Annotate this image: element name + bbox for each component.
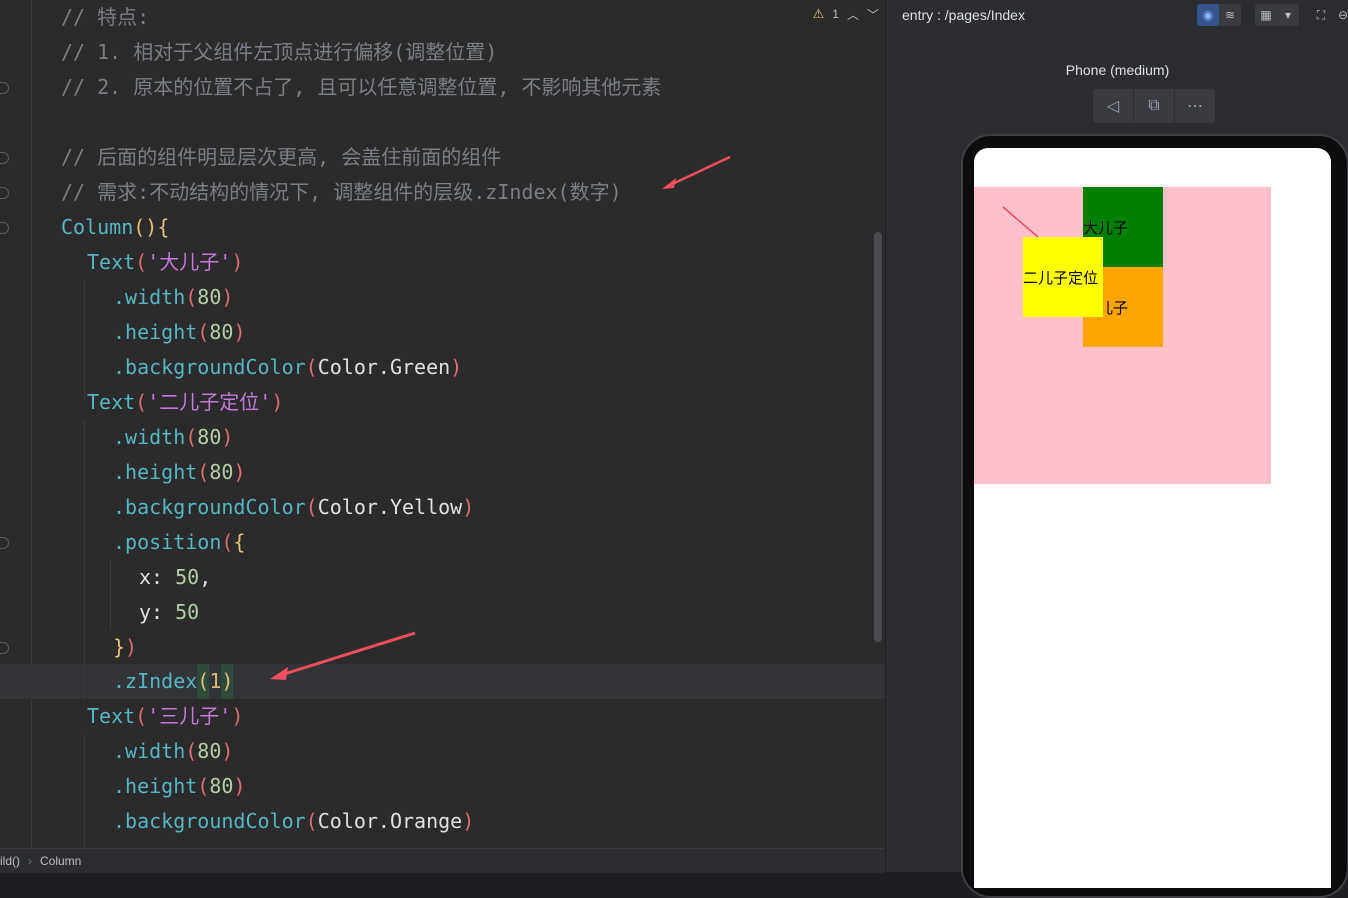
fold-marker[interactable] [0, 152, 9, 164]
indent-guide [84, 280, 85, 400]
code-line-width: .width(80) [113, 425, 234, 449]
code-line-width: .width(80) [113, 739, 234, 763]
warning-icon[interactable]: ⚠ [813, 6, 825, 22]
layers-icon[interactable]: ≋ [1219, 4, 1241, 26]
annotation-arrows [1002, 206, 1039, 238]
fold-marker[interactable] [0, 187, 9, 199]
entry-path: entry : /pages/Index [902, 7, 1025, 23]
indent-guide [84, 420, 85, 700]
rotate-icon[interactable]: ⧉ [1134, 89, 1175, 123]
code-line-bgcolor: .backgroundColor(Color.Yellow) [113, 495, 475, 519]
annotation-arrow [1002, 206, 1039, 238]
grid-icon[interactable]: ▦ [1255, 4, 1277, 26]
code-line-zindex: .zIndex(1) [113, 664, 234, 699]
code-comment: // 1. 相对于父组件左顶点进行偏移(调整位置) [61, 40, 498, 64]
code-comment: // 2. 原本的位置不占了, 且可以任意调整位置, 不影响其他元素 [61, 75, 662, 99]
fold-marker[interactable] [0, 537, 9, 549]
warning-count[interactable]: 1 [832, 7, 839, 21]
back-icon[interactable]: ◁ [1093, 89, 1134, 123]
code-line-bgcolor: .backgroundColor(Color.Green) [113, 355, 463, 379]
code-comment: // 特点: [61, 5, 150, 29]
inspect-toggle-group: ◉ ≋ [1197, 4, 1241, 26]
previewer-toolbar: entry : /pages/Index ◉ ≋ ▦ ▾ ⛶ ⊖ [886, 0, 1348, 30]
code-comment: // 后面的组件明显层次更高, 会盖住前面的组件 [61, 145, 502, 169]
breadcrumb-item[interactable]: Column [40, 854, 81, 868]
device-controls: ◁ ⧉ ⋯ [1093, 89, 1215, 123]
code-line-text-3: Text('三儿子') [87, 704, 244, 728]
fold-marker[interactable] [0, 82, 9, 94]
inspector-icon[interactable]: ◉ [1197, 4, 1219, 26]
code-line-x: x: 50, [139, 565, 212, 589]
code-line-height: .height(80) [113, 460, 246, 484]
breadcrumb: ild() › Column [0, 848, 885, 873]
indent-guide [110, 560, 111, 630]
code-comment: // 需求:不动结构的情况下, 调整组件的层级.zIndex(数字) [61, 180, 622, 204]
chevron-right-icon: › [28, 854, 32, 868]
code-line-height: .height(80) [113, 774, 246, 798]
code-editor[interactable]: // 特点: // 1. 相对于父组件左顶点进行偏移(调整位置) // 2. 原… [0, 0, 885, 848]
fold-marker[interactable] [0, 222, 9, 234]
editor-scrollbar[interactable] [874, 232, 882, 642]
breadcrumb-item[interactable]: ild() [0, 854, 20, 868]
more-icon[interactable]: ⋯ [1175, 89, 1215, 123]
phone-screen: 大儿子 三儿子 二儿子定位 [974, 148, 1331, 888]
code-line-bgcolor: .backgroundColor(Color.Orange) [113, 809, 475, 833]
code-line-text-2: Text('二儿子定位') [87, 390, 284, 414]
device-select-group: ▦ ▾ [1255, 4, 1299, 26]
device-name: Phone (medium) [1065, 62, 1170, 78]
code-line-position-close: }) [113, 635, 138, 659]
code-line-position: .position({ [113, 530, 246, 554]
fit-screen-icon[interactable]: ⛶ [1310, 4, 1332, 26]
zoom-out-icon[interactable]: ⊖ [1332, 4, 1348, 26]
chevron-down-icon[interactable]: ▾ [1277, 4, 1299, 26]
fold-marker[interactable] [0, 642, 9, 654]
code-line-text-1: Text('大儿子') [87, 250, 244, 274]
editor-inspection-bar: ⚠ 1 ︿ ﹀ [813, 2, 879, 26]
annotation-arrow [667, 155, 731, 188]
code-line-width: .width(80) [113, 285, 234, 309]
arrow-head [662, 178, 676, 189]
chevron-up-icon[interactable]: ︿ [847, 6, 859, 23]
code-line-height: .height(80) [113, 320, 246, 344]
indent-guide [84, 735, 85, 848]
code-line-column: Column(){ [61, 215, 170, 239]
chevron-down-icon[interactable]: ﹀ [867, 6, 879, 23]
gutter-divider [31, 0, 32, 848]
code-line-y: y: 50 [139, 600, 200, 624]
